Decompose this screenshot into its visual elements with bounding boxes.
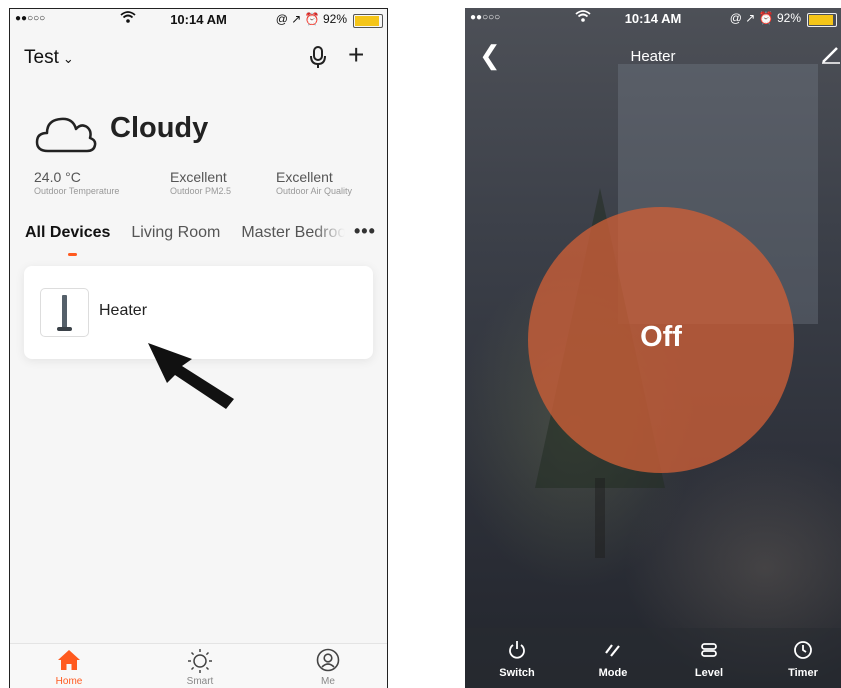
control-bar: Switch Mode Level Timer [465,628,841,688]
power-icon [482,640,552,662]
more-icon[interactable]: ••• [354,221,376,242]
level-icon [674,640,744,662]
stat-temperature: 24.0 °C Outdoor Temperature [34,169,120,196]
tab-me[interactable]: Me [293,648,363,687]
battery-icon [353,14,383,28]
mode-icon [578,640,648,662]
chevron-down-icon: ⌄ [62,51,74,66]
device-name: Heater [99,302,148,319]
active-tab-indicator [68,253,77,256]
level-button[interactable]: Level [674,640,744,679]
microphone-icon[interactable] [306,45,330,69]
home-selector[interactable]: Test ⌄ [24,47,74,69]
status-indicators: @ ↗ ⏰ 92% [275,12,347,26]
bottom-tab-bar: Home Smart Me [10,643,387,688]
power-state-label: Off [640,321,682,353]
status-bar: ●●○○○ 10:14 AM @ ↗ ⏰ 92% [465,8,841,30]
stat-air-quality: Excellent Outdoor Air Quality [276,169,353,196]
weather-condition: Cloudy [110,112,209,144]
timer-button[interactable]: Timer [768,640,838,679]
mode-button[interactable]: Mode [578,640,648,679]
home-icon [34,648,104,674]
tab-smart[interactable]: Smart [165,648,235,687]
battery-percent: 92% [322,12,347,26]
device-screen: ●●○○○ 10:14 AM @ ↗ ⏰ 92% ❮ Heater Off Sw… [465,8,841,688]
home-name: Test [24,47,59,68]
profile-icon [293,648,363,674]
add-device-icon[interactable]: + [348,41,364,69]
status-indicators: @ ↗ ⏰ 92% [729,11,801,25]
tab-home[interactable]: Home [34,648,104,687]
switch-button[interactable]: Switch [482,640,552,679]
clock-icon [768,640,838,662]
cloud-icon [34,111,98,155]
status-bar: ●●○○○ 10:14 AM @ ↗ ⏰ 92% [10,9,387,31]
tab-fade [313,221,353,247]
battery-icon [807,13,837,27]
tab-all-devices[interactable]: All Devices [25,224,110,241]
heater-icon [40,288,89,337]
sun-icon [165,648,235,674]
home-screen: ●●○○○ 10:14 AM @ ↗ ⏰ 92% Test ⌄ + Cloudy … [9,8,388,688]
stat-pm25: Excellent Outdoor PM2.5 [170,169,232,196]
device-title: Heater [630,48,676,65]
edit-icon[interactable] [821,44,841,64]
pointer-arrow-icon [142,339,242,411]
battery-percent: 92% [776,11,801,25]
power-state-button[interactable]: Off [528,207,794,473]
tab-living-room[interactable]: Living Room [131,224,220,241]
